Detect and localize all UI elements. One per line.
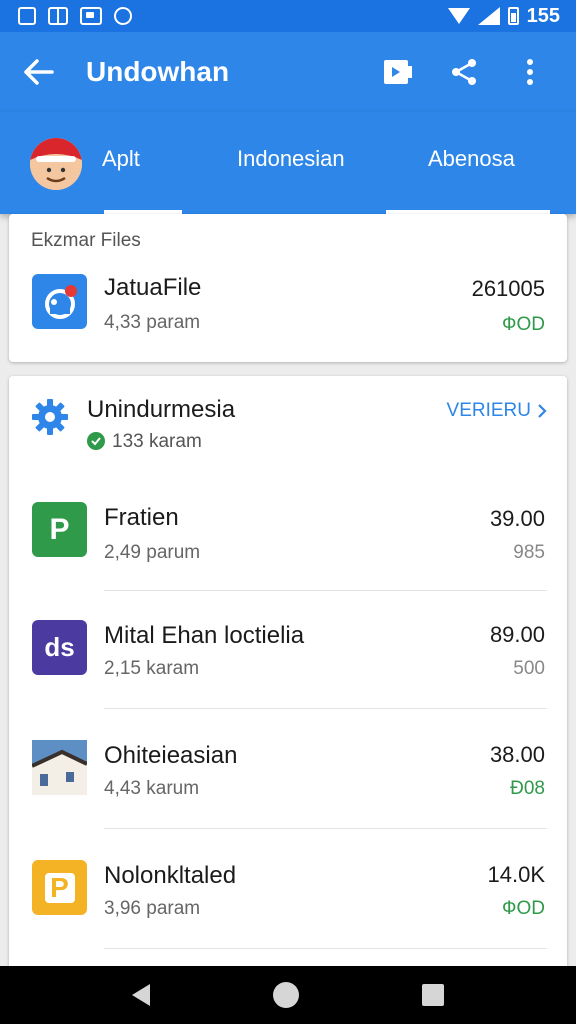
list-item[interactable]: P Nolonkltaled 3,96 param 14.0K ФOD	[9, 834, 567, 944]
item-subtitle: 4,43 karum	[104, 778, 200, 799]
divider	[104, 828, 547, 829]
section-title: Unindurmesia	[87, 396, 236, 423]
section-subtitle: 133 karam	[112, 431, 202, 452]
app-icon-house	[32, 740, 87, 795]
wifi-icon	[447, 8, 470, 24]
divider	[104, 590, 547, 591]
list-item[interactable]: ds Mital Ehan loctielia 2,15 karam 89.00…	[9, 594, 567, 704]
item-tag: ФOD	[502, 314, 545, 335]
divider	[104, 708, 547, 709]
tab-abenosa[interactable]: Abenosa	[428, 146, 515, 172]
video-icon[interactable]	[374, 48, 422, 96]
item-subtitle: 4,33 param	[104, 312, 201, 333]
check-icon	[87, 432, 105, 450]
section-label: Ekzmar Files	[31, 230, 141, 251]
item-value: 39.00	[489, 506, 545, 531]
signal-icon	[477, 7, 500, 25]
app-bar: Undowhan	[0, 32, 576, 112]
app-icon-purple: ds	[32, 620, 87, 675]
item-tag: ФOD	[502, 898, 545, 919]
share-icon[interactable]	[440, 48, 488, 96]
item-value: 89.00	[489, 622, 545, 647]
status-right: 155	[447, 4, 560, 28]
system-nav-bar	[0, 966, 576, 1024]
list-item[interactable]: Ohiteieasian 4,43 karum 38.00 Ð08	[9, 714, 567, 824]
notification-icon	[18, 7, 36, 25]
divider	[104, 948, 547, 949]
file-app-icon	[32, 274, 87, 329]
list-item[interactable]: JatuaFile 4,33 param 261005 ФOD	[9, 260, 567, 370]
photo-icon	[80, 7, 102, 25]
more-vert-icon[interactable]	[506, 48, 554, 96]
nav-back-icon[interactable]	[131, 984, 150, 1006]
tab-aplt[interactable]: Aplt	[102, 146, 140, 172]
item-title: Mital Ehan loctielia	[104, 622, 305, 649]
item-value: 14.0K	[487, 862, 546, 887]
item-tag: Ð08	[510, 778, 545, 799]
status-left-icons	[18, 7, 132, 25]
app-icon-letter: P	[44, 872, 75, 903]
app-icon-letter: P	[49, 512, 70, 546]
item-subtitle: 3,96 param	[104, 898, 201, 919]
item-value: 261005	[471, 276, 545, 301]
item-title: Ohiteieasian	[104, 742, 238, 769]
avatar[interactable]	[30, 138, 82, 190]
chat-icon	[114, 7, 132, 25]
main-card: Unindurmesia 133 karam VERIERU P Fratien…	[9, 376, 567, 976]
chevron-right-icon	[538, 404, 547, 418]
status-time: 155	[526, 4, 560, 27]
item-subtitle: 2,15 karam	[104, 658, 200, 679]
nav-home-icon[interactable]	[272, 982, 299, 1008]
item-title: JatuaFile	[104, 274, 202, 301]
tab-indonesian[interactable]: Indonesian	[237, 146, 345, 172]
item-title: Nolonkltaled	[104, 862, 237, 889]
view-all-link[interactable]: VERIERU	[447, 400, 547, 422]
section-header: Unindurmesia 133 karam VERIERU	[9, 376, 567, 466]
gear-icon	[32, 399, 68, 435]
files-card: Ekzmar Files JatuaFile 4,33 param 261005…	[9, 214, 567, 362]
app-icon-yellow: P	[32, 860, 87, 915]
battery-icon	[507, 7, 519, 25]
list-item[interactable]: P Fratien 2,49 parum 39.00 985	[9, 476, 567, 586]
item-value: 38.00	[489, 742, 545, 767]
nav-recents-icon[interactable]	[422, 984, 445, 1006]
back-arrow-icon[interactable]	[22, 55, 56, 89]
item-subtitle: 2,49 parum	[104, 542, 201, 563]
item-title: Fratien	[104, 504, 179, 531]
item-tag: 500	[513, 658, 545, 679]
status-bar: 155	[0, 0, 576, 32]
app-title: Undowhan	[86, 56, 230, 87]
view-all-label: VERIERU	[446, 400, 531, 421]
grid-icon	[48, 7, 68, 25]
app-icon-green: P	[32, 502, 87, 557]
app-icon-letter: ds	[44, 632, 75, 662]
tab-bar: Aplt Indonesian Abenosa	[0, 112, 576, 214]
item-tag: 985	[513, 542, 545, 563]
